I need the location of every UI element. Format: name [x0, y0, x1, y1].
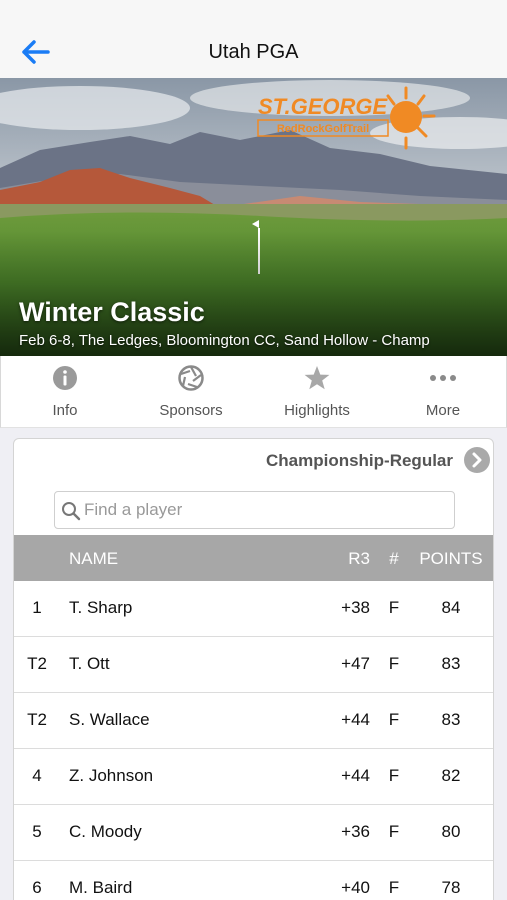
- row-thru: F: [388, 598, 400, 617]
- column-header-points[interactable]: POINTS: [416, 549, 486, 569]
- tournament-title: Winter Classic: [19, 297, 205, 327]
- row-points: 78: [441, 878, 461, 897]
- tab-label: Highlights: [284, 402, 350, 419]
- search-icon: [62, 502, 81, 521]
- row-position: 4: [32, 766, 42, 785]
- column-header-name[interactable]: NAME: [69, 549, 118, 569]
- row-points: 83: [441, 710, 461, 729]
- table-row[interactable]: T2 T. Ott +47 F 83: [14, 637, 493, 693]
- page-title: Utah PGA: [208, 41, 299, 63]
- division-selector[interactable]: Championship-Regular: [14, 439, 493, 483]
- column-header-thru[interactable]: #: [384, 549, 404, 569]
- svg-text:ST.GEORGE: ST.GEORGE: [258, 94, 388, 119]
- player-search-input[interactable]: [84, 494, 444, 526]
- row-r3-score: +47: [341, 654, 370, 673]
- row-r3-score: +36: [341, 822, 370, 841]
- aperture-icon: [178, 365, 204, 391]
- tab-label: Sponsors: [159, 402, 223, 419]
- tournament-subtitle: Feb 6-8, The Ledges, Bloomington CC, San…: [19, 332, 430, 349]
- tab-highlights[interactable]: Highlights: [254, 356, 380, 428]
- row-points: 83: [441, 654, 461, 673]
- player-search-box: [54, 491, 455, 529]
- row-position: 1: [32, 598, 42, 617]
- row-points: 84: [441, 598, 461, 617]
- row-points: 82: [441, 766, 461, 785]
- row-player-name: Z. Johnson: [69, 766, 154, 785]
- row-points: 80: [441, 822, 461, 841]
- row-r3-score: +40: [341, 878, 370, 897]
- tab-label: Info: [52, 402, 78, 419]
- row-player-name: T. Ott: [69, 654, 110, 673]
- tab-bar: Info Sponsors Highlights More: [0, 356, 507, 428]
- svg-text:RedRockGolfTrail: RedRockGolfTrail: [277, 123, 369, 135]
- row-position: 6: [32, 878, 42, 897]
- row-r3-score: +38: [341, 598, 370, 617]
- more-dots-icon: [430, 375, 456, 381]
- row-player-name: S. Wallace: [69, 710, 150, 729]
- leaderboard-card: Championship-Regular NAME R3 # POINTS 1 …: [13, 438, 494, 900]
- division-label: Championship-Regular: [265, 451, 453, 470]
- tab-more[interactable]: More: [380, 356, 506, 428]
- row-thru: F: [388, 822, 400, 841]
- tab-label: More: [425, 402, 461, 419]
- chevron-right-icon: [464, 447, 490, 473]
- tab-sponsors[interactable]: Sponsors: [128, 356, 254, 428]
- row-position: 5: [32, 822, 42, 841]
- row-r3-score: +44: [341, 710, 370, 729]
- table-row[interactable]: 5 C. Moody +36 F 80: [14, 805, 493, 861]
- table-row[interactable]: 1 T. Sharp +38 F 84: [14, 581, 493, 637]
- row-thru: F: [388, 766, 400, 785]
- row-thru: F: [388, 654, 400, 673]
- row-position: T2: [27, 654, 47, 673]
- row-thru: F: [388, 710, 400, 729]
- tab-info[interactable]: Info: [2, 356, 128, 428]
- row-thru: F: [388, 878, 400, 897]
- row-player-name: M. Baird: [69, 878, 133, 897]
- table-row[interactable]: 6 M. Baird +40 F 78: [14, 861, 493, 900]
- navigation-bar: Utah PGA: [0, 0, 507, 78]
- tournament-banner: ST.GEORGE RedRockGolfTrail Winter Classi…: [0, 78, 507, 356]
- row-r3-score: +44: [341, 766, 370, 785]
- info-icon: [53, 366, 77, 390]
- table-row[interactable]: 4 Z. Johnson +44 F 82: [14, 749, 493, 805]
- table-row[interactable]: T2 S. Wallace +44 F 83: [14, 693, 493, 749]
- st-george-logo: ST.GEORGE RedRockGolfTrail: [254, 84, 440, 164]
- row-position: T2: [27, 710, 47, 729]
- table-header: NAME R3 # POINTS: [14, 535, 493, 581]
- star-icon: [304, 366, 330, 390]
- row-player-name: T. Sharp: [69, 598, 133, 617]
- column-header-r3[interactable]: R3: [314, 549, 370, 569]
- row-player-name: C. Moody: [69, 822, 142, 841]
